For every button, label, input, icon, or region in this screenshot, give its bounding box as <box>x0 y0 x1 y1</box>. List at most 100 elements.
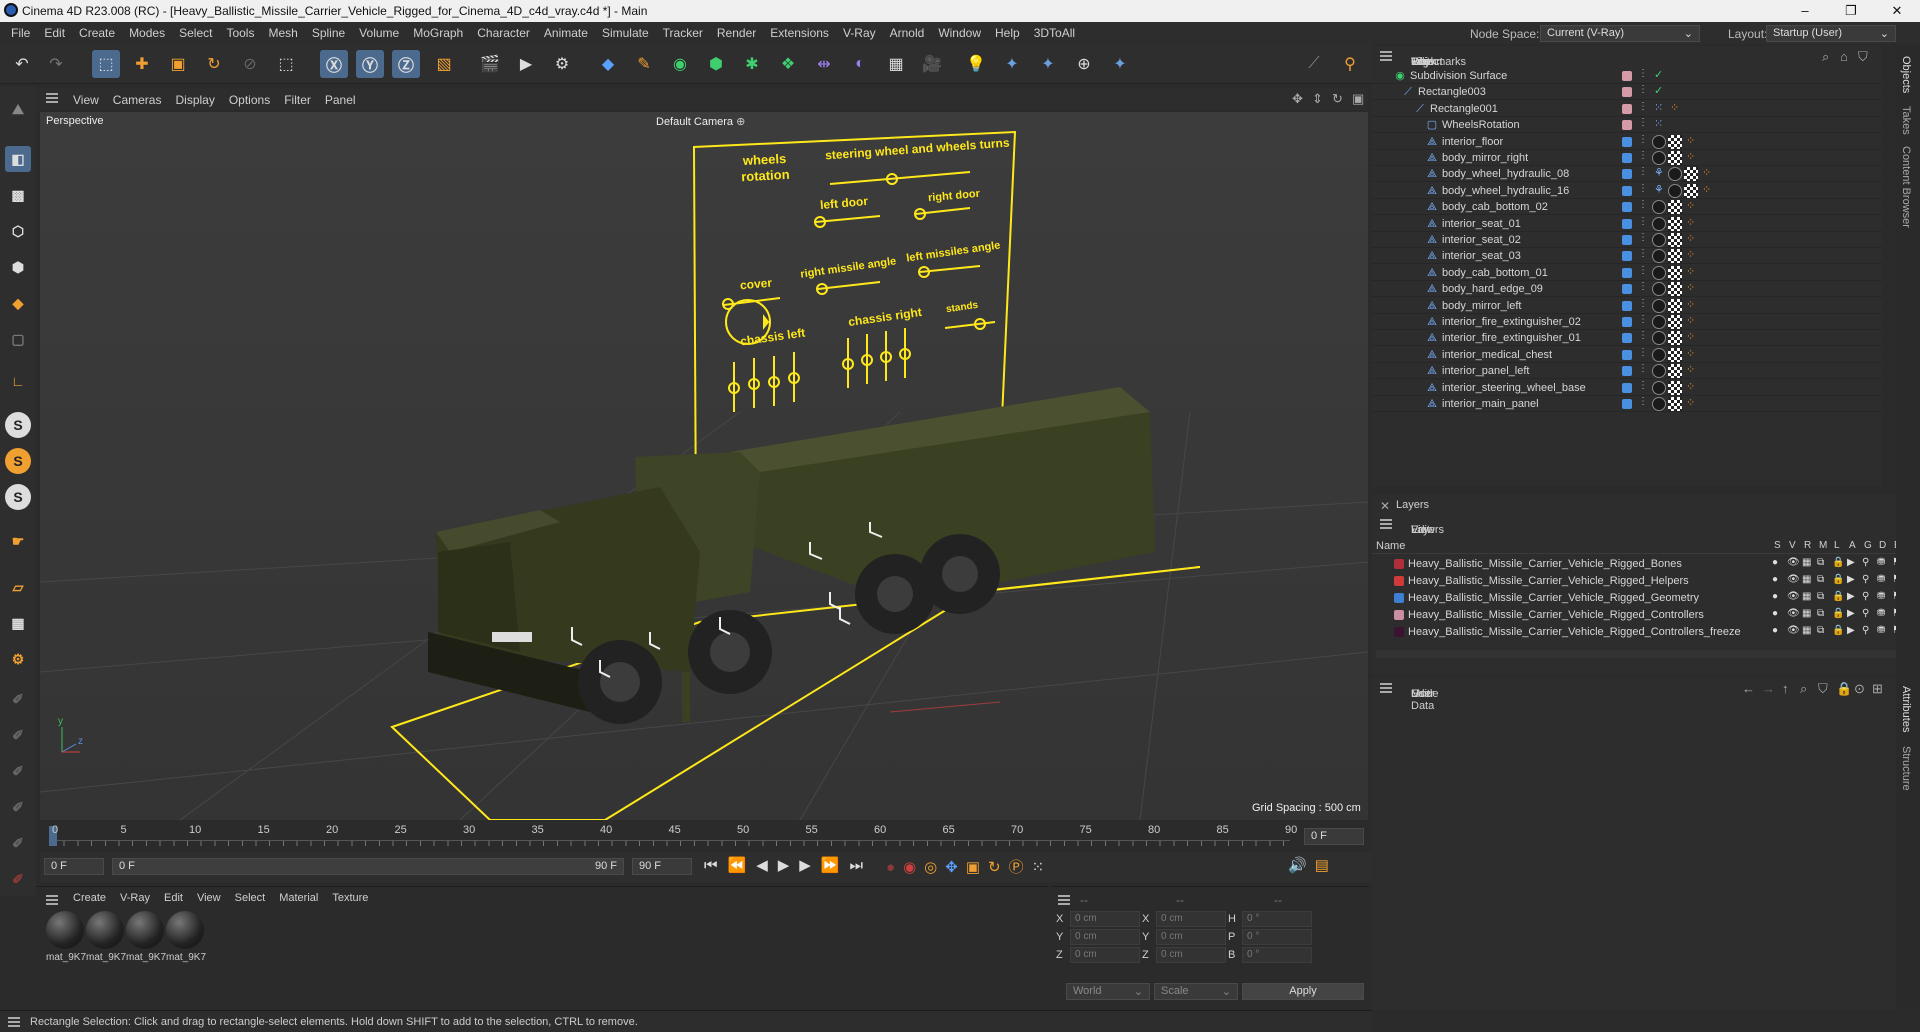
layer-render-icon[interactable]: ▦ <box>1802 591 1811 602</box>
material-tag-icon[interactable] <box>1668 167 1682 182</box>
layer-visible-icon[interactable]: 👁 <box>1787 591 1800 602</box>
close-button[interactable]: ✕ <box>1874 0 1920 22</box>
perspective-viewport[interactable]: y z Perspective Default Camera ⊕ Grid Sp… <box>40 112 1368 820</box>
object-row[interactable]: ⟁ interior_floor ⋮ ⁘ <box>1372 134 1882 150</box>
layer-render-icon[interactable]: ▦ <box>1802 557 1811 568</box>
uvw-tag-icon[interactable] <box>1668 380 1682 395</box>
object-row[interactable]: ⟁ body_cab_bottom_02 ⋮ ⁘ <box>1372 199 1882 216</box>
object-row[interactable]: ⟁ interior_seat_03 ⋮ ⁘ <box>1372 248 1882 265</box>
layer-color-swatch[interactable] <box>1622 349 1632 360</box>
next-frame-icon[interactable]: ▶ <box>799 857 821 874</box>
object-row[interactable]: ▢ WheelsRotation ⋮ ⁙ <box>1372 117 1882 134</box>
back-arrow-icon[interactable]: ← <box>1742 681 1755 696</box>
layer-render-icon[interactable]: ▦ <box>1802 608 1811 619</box>
scale-key-icon[interactable]: ▣ <box>966 859 988 876</box>
visibility-dots-icon[interactable]: ⋮ <box>1638 68 1648 79</box>
layer-color-swatch[interactable] <box>1622 120 1632 131</box>
coord-space-dropdown[interactable]: World ⌄ <box>1066 983 1150 1000</box>
layer-row[interactable]: Heavy_Ballistic_Missile_Carrier_Vehicle_… <box>1372 573 1920 590</box>
pan-icon[interactable]: ✥ <box>1292 91 1303 107</box>
coord-value-field[interactable]: 0 cm <box>1070 911 1140 927</box>
layer-color-swatch[interactable] <box>1622 71 1632 81</box>
layer-color-swatch[interactable] <box>1622 103 1632 114</box>
vray-tag-icon[interactable]: ⁘ <box>1686 347 1695 360</box>
material-tag-icon[interactable] <box>1652 216 1666 231</box>
material-tag-icon[interactable] <box>1652 249 1666 264</box>
coord-value-field[interactable]: 0 ° <box>1242 947 1312 963</box>
uvw-tag-icon[interactable] <box>1668 134 1682 149</box>
menu-render[interactable]: Render <box>710 26 763 40</box>
rotation-key-icon[interactable]: ↻ <box>988 859 1009 876</box>
layer-color-swatch[interactable] <box>1622 136 1632 147</box>
layer-close-icon[interactable]: ✕ <box>1380 499 1390 513</box>
field-icon[interactable]: ◐ <box>846 50 874 78</box>
menu-3dtoall[interactable]: 3DToAll <box>1027 26 1082 40</box>
sculpt-icon[interactable]: ✐ <box>5 722 31 748</box>
vray-globe-icon[interactable]: ⊕ <box>1070 50 1098 78</box>
visibility-dots-icon[interactable]: ⋮ <box>1638 150 1648 161</box>
material-tag-icon[interactable] <box>1652 397 1666 411</box>
layer-generators-icon[interactable]: ⚲ <box>1862 608 1869 619</box>
make-editable-icon[interactable]: ⛰ <box>5 96 31 122</box>
redo-icon[interactable]: ↷ <box>42 50 70 78</box>
uvw-tag-icon[interactable] <box>1668 315 1682 329</box>
previous-key-icon[interactable]: ⏪ <box>728 857 757 874</box>
vray-tag-icon[interactable]: ⁘ <box>1686 265 1695 278</box>
vray-tag-icon[interactable]: ⁘ <box>1686 199 1695 212</box>
tab-takes[interactable]: Takes <box>1900 106 1912 135</box>
object-menu-icon[interactable] <box>1380 51 1392 61</box>
visibility-dots-icon[interactable]: ⋮ <box>1638 134 1648 145</box>
dolly-icon[interactable]: ⇕ <box>1312 91 1323 107</box>
menu-tracker[interactable]: Tracker <box>656 26 710 40</box>
visibility-dots-icon[interactable]: ⋮ <box>1638 363 1648 374</box>
vray-tag-icon[interactable]: ⁘ <box>1686 396 1695 409</box>
layer-solo-icon[interactable]: ● <box>1772 608 1778 619</box>
toggle-view-icon[interactable]: ▣ <box>1352 91 1364 107</box>
vray-tag-icon[interactable]: ⁘ <box>1686 363 1695 376</box>
vray-tag-icon[interactable]: ⁘ <box>1686 281 1695 294</box>
uvw-tag-icon[interactable] <box>1668 249 1682 264</box>
layer-color-swatch[interactable] <box>1394 559 1404 569</box>
layer-color-swatch[interactable] <box>1622 300 1632 311</box>
layout-dropdown[interactable]: Startup (User) ⌄ <box>1766 25 1896 42</box>
orbit-icon[interactable]: ↻ <box>1332 91 1343 107</box>
coord-mode-dropdown[interactable]: Scale ⌄ <box>1154 983 1238 1000</box>
material-tag-icon[interactable] <box>1652 298 1666 313</box>
object-row[interactable]: ⟁ interior_medical_chest ⋮ ⁘ <box>1372 347 1882 363</box>
python-tag-icon[interactable]: ✦ <box>1034 50 1062 78</box>
vray-tag-icon[interactable]: ⁘ <box>1686 232 1695 245</box>
menu-spline[interactable]: Spline <box>305 26 352 40</box>
object-row[interactable]: ⟁ body_mirror_right ⋮ ⁘ <box>1372 150 1882 166</box>
layer-solo-icon[interactable]: ● <box>1772 557 1778 568</box>
move-icon[interactable]: ✚ <box>128 50 156 78</box>
layer-color-swatch[interactable] <box>1622 333 1632 344</box>
solo-off-icon[interactable]: S <box>5 484 31 510</box>
material-menu-edit[interactable]: Edit <box>157 892 190 904</box>
visibility-dots-icon[interactable]: ⋮ <box>1638 314 1648 325</box>
menu-extensions[interactable]: Extensions <box>763 26 836 40</box>
visibility-dots-icon[interactable]: ⋮ <box>1638 298 1648 309</box>
visibility-dots-icon[interactable]: ⋮ <box>1638 183 1648 194</box>
material-swatch[interactable]: mat_9K7 <box>46 911 86 963</box>
layer-deformers-icon[interactable]: ⛃ <box>1877 625 1885 636</box>
layer-render-icon[interactable]: ▦ <box>1802 625 1811 636</box>
menu-character[interactable]: Character <box>470 26 537 40</box>
layer-color-swatch[interactable] <box>1622 202 1632 213</box>
object-row[interactable]: ⟁ body_wheel_hydraulic_08 ⋮ ⚘ ⁘ <box>1372 166 1882 183</box>
material-tag-icon[interactable] <box>1652 380 1666 395</box>
object-search-icon[interactable]: ⌕ <box>1822 49 1829 65</box>
uvw-tag-icon[interactable] <box>1668 200 1682 215</box>
layer-locked-icon[interactable]: 🔒 <box>1832 608 1844 619</box>
viewport-menu-view[interactable]: View <box>66 93 106 107</box>
next-key-icon[interactable]: ⏩ <box>821 857 850 874</box>
timeline-window-icon[interactable]: ▤ <box>1315 857 1337 874</box>
menu-select[interactable]: Select <box>172 26 219 40</box>
material-menu-v-ray[interactable]: V-Ray <box>113 892 157 904</box>
layer-color-swatch[interactable] <box>1622 87 1632 98</box>
object-row[interactable]: ⟋ Rectangle001 ⋮ ⁙ ⁘ <box>1372 101 1882 117</box>
visibility-dots-icon[interactable]: ⋮ <box>1638 347 1648 358</box>
visibility-dots-icon[interactable]: ⋮ <box>1638 84 1648 95</box>
layer-column-a[interactable]: A <box>1849 540 1856 551</box>
object-row[interactable]: ⟁ interior_seat_01 ⋮ ⁘ <box>1372 216 1882 232</box>
layer-color-swatch[interactable] <box>1622 317 1632 327</box>
